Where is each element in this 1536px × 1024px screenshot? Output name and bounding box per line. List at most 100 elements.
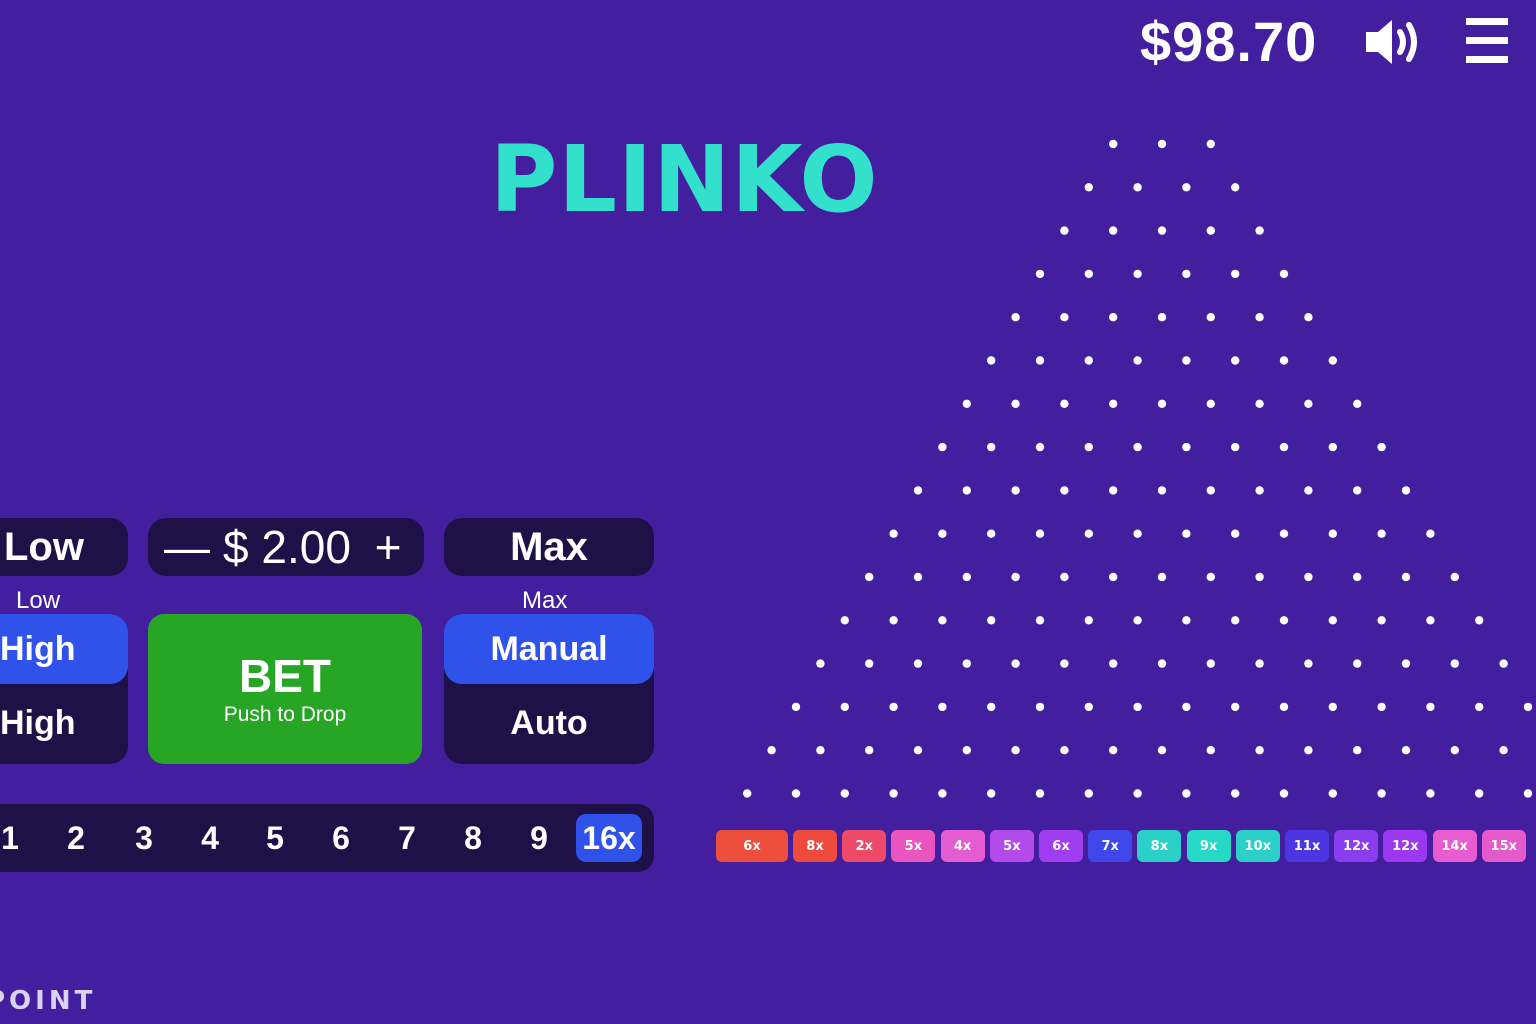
- peg: [865, 572, 874, 582]
- peg: [1182, 356, 1191, 365]
- peg: [1133, 702, 1142, 712]
- peg: [1011, 572, 1020, 582]
- rows-option-9[interactable]: 9: [519, 814, 559, 862]
- peg: [1499, 746, 1508, 755]
- rows-option-8[interactable]: 8: [453, 814, 493, 862]
- peg: [1084, 616, 1094, 625]
- peg: [1084, 442, 1094, 452]
- rows-option-4[interactable]: 4: [190, 814, 230, 862]
- peg: [1206, 139, 1216, 149]
- peg: [1377, 616, 1386, 625]
- peg: [1157, 139, 1167, 149]
- peg: [1304, 572, 1313, 582]
- peg: [962, 572, 971, 582]
- peg: [1304, 659, 1313, 668]
- peg: [865, 746, 874, 755]
- peg: [1304, 313, 1313, 322]
- peg: [840, 789, 849, 798]
- peg: [1035, 702, 1045, 712]
- bet-amount-value[interactable]: $ 2.00: [223, 520, 351, 574]
- plinko-game: $98.70 PLINKO 6x 8x 2x 5x 4x 5x 6x 7x 8x 9x 10x 11x…: [0, 0, 1536, 1024]
- peg: [1157, 313, 1167, 322]
- peg: [1011, 746, 1020, 755]
- risk-option-high-top[interactable]: High: [0, 614, 128, 684]
- peg: [1231, 702, 1240, 712]
- peg: [1060, 399, 1069, 408]
- peg: [1401, 659, 1411, 668]
- peg: [1279, 356, 1289, 365]
- multiplier-bin: 5x: [989, 830, 1034, 862]
- peg: [767, 746, 776, 755]
- peg: [1279, 529, 1289, 538]
- peg: [1157, 486, 1167, 495]
- peg: [1182, 269, 1191, 279]
- peg: [1450, 746, 1460, 755]
- multiplier-bin: 12x: [1383, 830, 1428, 862]
- peg: [1109, 486, 1118, 495]
- peg: [962, 746, 971, 755]
- max-bet-button[interactable]: Max: [444, 518, 654, 576]
- peg: [889, 616, 898, 625]
- peg: [938, 616, 947, 625]
- max-label: Max: [522, 587, 568, 614]
- peg: [1377, 789, 1386, 798]
- peg: [1255, 572, 1264, 582]
- decrease-bet-button[interactable]: —: [164, 518, 210, 576]
- peg: [1182, 529, 1191, 538]
- peg: [1231, 183, 1240, 192]
- bet-button-sublabel: Push to Drop: [223, 703, 347, 726]
- rows-option-6[interactable]: 6: [321, 814, 361, 862]
- multiplier-bin: 7x: [1088, 830, 1133, 862]
- peg: [962, 659, 971, 668]
- sound-button[interactable]: [1362, 16, 1426, 68]
- peg: [1353, 572, 1362, 582]
- peg: [1109, 313, 1118, 322]
- peg: [1255, 746, 1264, 755]
- peg: [1011, 486, 1020, 495]
- peg: [1475, 789, 1484, 798]
- rows-option-2[interactable]: 2: [56, 814, 96, 862]
- rows-option-1[interactable]: 1: [0, 814, 30, 862]
- risk-toggle: High High: [0, 614, 128, 764]
- rows-option-3[interactable]: 3: [124, 814, 164, 862]
- balance-display: $98.70: [1140, 10, 1318, 73]
- mode-option-auto[interactable]: Auto: [444, 688, 654, 758]
- peg: [1109, 746, 1118, 755]
- peg: [1035, 616, 1045, 625]
- menu-button[interactable]: [1464, 16, 1510, 66]
- peg: [889, 529, 898, 538]
- peg: [1328, 529, 1338, 538]
- peg: [1377, 442, 1386, 452]
- rows-option-7[interactable]: 7: [387, 814, 427, 862]
- peg: [1084, 183, 1094, 192]
- peg: [1523, 789, 1533, 798]
- brand-watermark: POINT: [0, 986, 97, 1016]
- bet-button[interactable]: BET Push to Drop: [148, 614, 422, 764]
- peg: [1328, 356, 1338, 365]
- peg: [1206, 486, 1216, 495]
- peg: [1011, 313, 1020, 322]
- mode-option-manual[interactable]: Manual: [444, 614, 654, 684]
- peg: [1157, 659, 1167, 668]
- peg: [1084, 789, 1094, 798]
- peg: [987, 356, 996, 365]
- risk-select[interactable]: Low: [0, 518, 128, 576]
- rows-option-5[interactable]: 5: [255, 814, 295, 862]
- peg: [1035, 356, 1045, 365]
- peg: [1157, 572, 1167, 582]
- peg: [1304, 399, 1313, 408]
- peg: [1035, 529, 1045, 538]
- risk-option-high-bottom[interactable]: High: [0, 688, 128, 758]
- peg: [938, 789, 947, 798]
- multiplier-bin: 15x: [1481, 830, 1526, 862]
- peg: [1231, 442, 1240, 452]
- increase-bet-button[interactable]: +: [366, 518, 410, 576]
- risk-current-value: Low: [4, 524, 84, 569]
- peg: [1109, 226, 1118, 235]
- peg: [1401, 486, 1411, 495]
- rows-option-16x[interactable]: 16x: [576, 814, 642, 862]
- peg: [1182, 789, 1191, 798]
- multiplier-bin: 6x: [716, 830, 788, 862]
- multiplier-bin: 8x: [793, 830, 837, 862]
- peg: [1255, 486, 1264, 495]
